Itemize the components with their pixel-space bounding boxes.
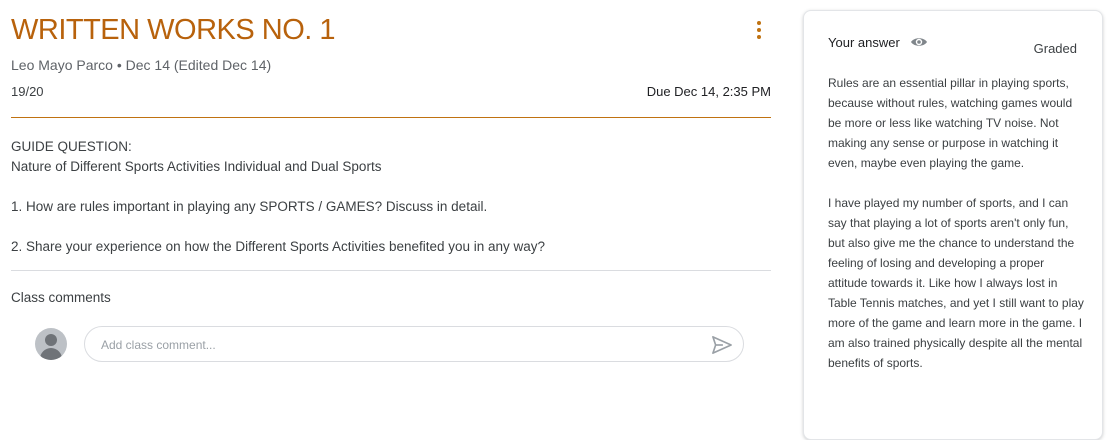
instructions-heading: GUIDE QUESTION: [11, 139, 132, 154]
your-work-card: Your answer Graded Rules are an essentia… [803, 10, 1103, 440]
assignment-meta: Leo Mayo Parco • Dec 14 (Edited Dec 14) [11, 57, 272, 73]
answer-paragraph-2: I have played my number of sports, and I… [828, 196, 1084, 370]
instructions-question-1: 1. How are rules important in playing an… [11, 199, 488, 214]
answer-text: Rules are an essential pillar in playing… [828, 73, 1084, 393]
grade-status: Graded [1033, 41, 1077, 56]
assignment-due-date: Due Dec 14, 2:35 PM [646, 84, 771, 99]
send-icon[interactable] [711, 335, 733, 355]
instructions-question-2: 2. Share your experience on how the Diff… [11, 239, 546, 254]
class-comment-input[interactable] [99, 335, 683, 355]
instructions-topic: Nature of Different Sports Activities In… [11, 159, 382, 174]
assignment-points: 19/20 [11, 84, 44, 99]
default-avatar-icon [35, 328, 67, 360]
assignment-instructions: GUIDE QUESTION: Nature of Different Spor… [11, 137, 545, 257]
assignment-title: WRITTEN WORKS NO. 1 [11, 14, 336, 46]
eye-icon[interactable] [910, 35, 928, 49]
answer-paragraph-1: Rules are an essential pillar in playing… [828, 76, 1073, 170]
header-divider [11, 117, 771, 118]
class-comments-label: Class comments [11, 290, 111, 305]
more-vert-icon[interactable] [751, 18, 767, 42]
comments-divider [11, 270, 771, 271]
your-answer-label: Your answer [828, 35, 900, 50]
class-comment-box[interactable] [84, 326, 744, 362]
